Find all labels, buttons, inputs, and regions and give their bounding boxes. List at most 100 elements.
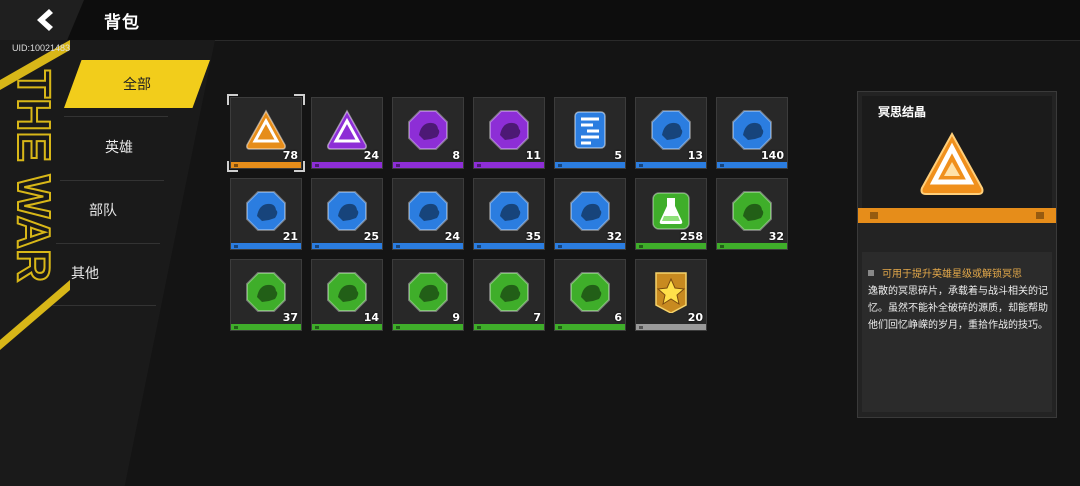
item-slot[interactable]: 37 [230, 259, 302, 331]
item-count: 13 [687, 149, 703, 162]
tab-all[interactable]: 全部 [82, 64, 192, 104]
item-slot[interactable]: 258 [635, 178, 707, 250]
item-slot[interactable]: 6 [554, 259, 626, 331]
item-count: 140 [761, 149, 784, 162]
item-slot[interactable]: 14 [311, 259, 383, 331]
item-slot[interactable]: 78 [227, 94, 305, 172]
rarity-bar [474, 243, 544, 249]
rarity-bar [393, 162, 463, 168]
rarity-bar [636, 324, 706, 330]
item-slot[interactable]: 11 [473, 97, 545, 169]
top-bar: 背包 [0, 0, 1080, 41]
item-count: 24 [444, 230, 460, 243]
tab-all-label: 全部 [123, 77, 151, 93]
beast-shard-icon [408, 110, 448, 150]
rarity-bar [312, 243, 382, 249]
item-count: 32 [768, 230, 784, 243]
rarity-bar [555, 243, 625, 249]
beast-shard-icon [327, 272, 367, 312]
star-badge-icon [655, 272, 687, 313]
item-count: 6 [614, 311, 622, 324]
rarity-bar [555, 324, 625, 330]
beast-shard-icon [327, 191, 367, 231]
beast-shard-icon [489, 191, 529, 231]
tab-heroes-label: 英雄 [105, 140, 133, 156]
beast-shard-icon [732, 110, 772, 150]
item-slot[interactable]: 32 [716, 178, 788, 250]
item-count: 32 [606, 230, 622, 243]
item-count: 20 [687, 311, 703, 324]
rarity-bar [393, 324, 463, 330]
beast-shard-icon [408, 272, 448, 312]
rarity-bar [717, 243, 787, 249]
beast-shard-icon [408, 191, 448, 231]
item-count: 7 [533, 311, 541, 324]
divider [56, 243, 160, 244]
item-count: 5 [614, 149, 622, 162]
item-description: 可用于提升英雄星级或解锁冥思 逸散的冥思碎片，承载着与战斗相关的记忆。虽然不能补… [868, 266, 1048, 334]
divider [64, 116, 168, 117]
rarity-bar [312, 162, 382, 168]
item-count: 37 [282, 311, 298, 324]
item-slot[interactable]: 20 [635, 259, 707, 331]
item-slot[interactable]: 32 [554, 178, 626, 250]
rarity-bar [636, 162, 706, 168]
rarity-bar [393, 243, 463, 249]
item-slot[interactable]: 5 [554, 97, 626, 169]
selection-corner [294, 161, 305, 172]
item-count: 35 [525, 230, 541, 243]
back-button[interactable] [0, 0, 84, 40]
item-count: 11 [525, 149, 541, 162]
item-slot[interactable]: 140 [716, 97, 788, 169]
item-slot[interactable]: 24 [311, 97, 383, 169]
item-slot[interactable]: 24 [392, 178, 464, 250]
item-count: 14 [363, 311, 379, 324]
item-count: 258 [680, 230, 703, 243]
triangle-crystal-icon [246, 109, 286, 150]
selection-corner [227, 161, 238, 172]
beast-shard-icon [732, 191, 772, 231]
rarity-bar [312, 324, 382, 330]
item-lore: 逸散的冥思碎片，承载着与战斗相关的记忆。虽然不能补全破碎的源质，却能帮助他们回忆… [868, 286, 1048, 331]
item-slot[interactable]: 7 [473, 259, 545, 331]
arrow-left-icon [37, 9, 53, 31]
tab-other-label: 其他 [71, 266, 99, 282]
item-count: 24 [363, 149, 379, 162]
beast-shard-icon [570, 191, 610, 231]
beast-shard-icon [651, 110, 691, 150]
rarity-stripe [858, 208, 1056, 223]
bullet-icon [868, 270, 874, 276]
rarity-bar [636, 243, 706, 249]
item-slot[interactable]: 21 [230, 178, 302, 250]
rarity-bar [231, 162, 301, 168]
tab-heroes[interactable]: 英雄 [64, 127, 174, 167]
item-count: 9 [452, 311, 460, 324]
item-count: 25 [363, 230, 379, 243]
item-count: 21 [282, 230, 298, 243]
item-slot[interactable]: 25 [311, 178, 383, 250]
divider [60, 180, 164, 181]
rarity-bar [474, 324, 544, 330]
rarity-bar [474, 162, 544, 168]
tab-troops[interactable]: 部队 [48, 190, 158, 230]
detail-item-name: 冥思结晶 [878, 105, 927, 119]
beast-shard-icon [489, 110, 529, 150]
page-title: 背包 [104, 13, 140, 33]
selection-corner [294, 94, 305, 105]
rarity-bar [717, 162, 787, 168]
item-usage: 可用于提升英雄星级或解锁冥思 [882, 269, 1022, 280]
rarity-bar [231, 243, 301, 249]
potion-flask-icon [652, 192, 690, 230]
beast-shard-icon [570, 272, 610, 312]
item-slot[interactable]: 35 [473, 178, 545, 250]
item-slot[interactable]: 8 [392, 97, 464, 169]
tab-troops-label: 部队 [89, 203, 117, 219]
rarity-bar [555, 162, 625, 168]
tab-other[interactable]: 其他 [30, 253, 140, 293]
rarity-bar [231, 324, 301, 330]
item-slot[interactable]: 13 [635, 97, 707, 169]
beast-shard-icon [489, 272, 529, 312]
item-slot[interactable]: 9 [392, 259, 464, 331]
selection-corner [227, 94, 238, 105]
triangle-crystal-icon [916, 130, 988, 202]
